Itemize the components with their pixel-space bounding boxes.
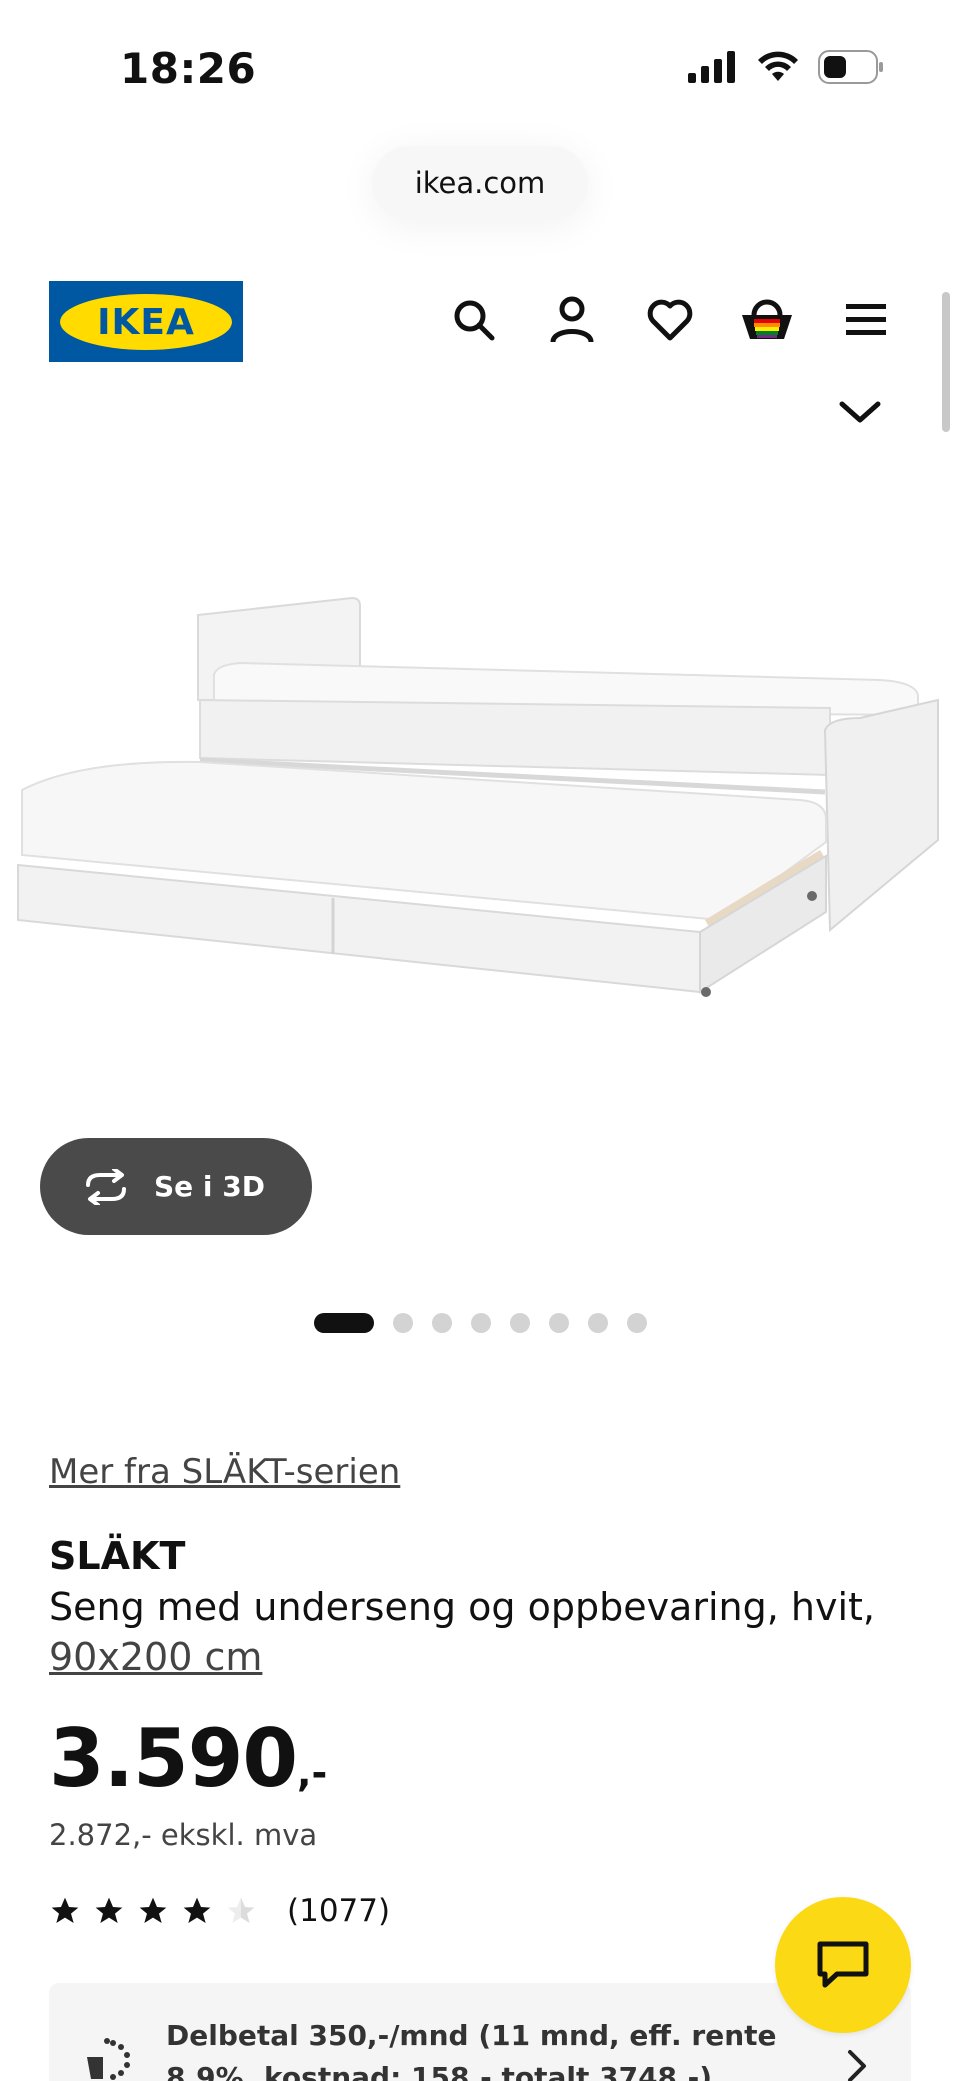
product-description: Seng med underseng og oppbevaring, hvit,… [49, 1582, 909, 1682]
carousel-dot[interactable] [510, 1313, 530, 1333]
wifi-icon [758, 51, 798, 81]
logo-text: IKEA [97, 302, 195, 343]
star-icon [139, 1897, 167, 1923]
carousel-dot[interactable] [393, 1313, 413, 1333]
star-icon [95, 1897, 123, 1923]
shopping-basket-icon[interactable] [739, 292, 795, 348]
product-page: 18:26 ikea.com IKEA Se i 3D Mer fra SLÄK… [0, 0, 960, 2081]
star-half-icon [227, 1897, 255, 1923]
url-bar[interactable]: ikea.com [372, 146, 588, 220]
carousel-dot[interactable] [549, 1313, 569, 1333]
status-time: 18:26 [120, 44, 257, 93]
star-icon [183, 1897, 211, 1923]
view-3d-button[interactable]: Se i 3D [40, 1138, 312, 1235]
url-text: ikea.com [414, 166, 546, 200]
chevron-down-icon[interactable] [838, 398, 882, 431]
rating-count: (1077) [287, 1893, 391, 1929]
ikea-logo[interactable]: IKEA [49, 281, 243, 362]
series-link[interactable]: Mer fra SLÄKT-serien [49, 1452, 400, 1492]
signal-icon [688, 51, 735, 83]
carousel-dot[interactable] [471, 1313, 491, 1333]
account-icon[interactable] [544, 292, 600, 348]
chevron-right-icon [848, 2050, 866, 2081]
status-icons [688, 50, 884, 84]
menu-hamburger-icon[interactable] [838, 292, 894, 348]
price-amount: 3.590 [49, 1712, 298, 1805]
installment-text: Delbetal 350,-/mnd (11 mnd, eff. rente 8… [166, 2019, 777, 2081]
installment-banner[interactable]: Delbetal 350,-/mnd (11 mnd, eff. rente 8… [49, 1983, 911, 2081]
rotate-3d-icon [86, 1168, 126, 1205]
installment-icon [87, 2038, 130, 2080]
product-description-text: Seng med underseng og oppbevaring, hvit, [49, 1585, 875, 1629]
chat-bubble-icon [817, 1941, 869, 1988]
product-image[interactable] [0, 560, 960, 1120]
price-suffix: ,- [297, 1751, 328, 1795]
carousel-dot[interactable] [432, 1313, 452, 1333]
product-rating[interactable]: (1077) [49, 1893, 390, 1929]
favourites-heart-icon[interactable] [642, 292, 698, 348]
chat-button[interactable] [775, 1897, 911, 2033]
star-icon [51, 1897, 79, 1923]
product-name: SLÄKT [49, 1534, 186, 1578]
price-excl-vat: 2.872,- ekskl. mva [49, 1818, 318, 1852]
view-3d-label: Se i 3D [154, 1170, 265, 1203]
search-icon[interactable] [446, 292, 502, 348]
scrollbar[interactable] [942, 292, 950, 432]
image-carousel-dots [314, 1313, 647, 1333]
product-size-link[interactable]: 90x200 cm [49, 1635, 262, 1679]
carousel-dot[interactable] [588, 1313, 608, 1333]
product-price: 3.590,- [49, 1712, 327, 1805]
battery-icon [818, 50, 883, 84]
carousel-dot[interactable] [627, 1313, 647, 1333]
carousel-dot[interactable] [314, 1313, 374, 1333]
